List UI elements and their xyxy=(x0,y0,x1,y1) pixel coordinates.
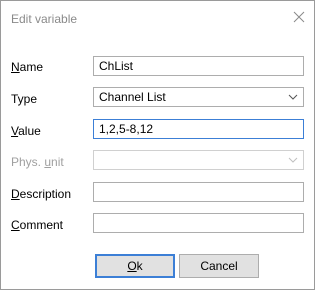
phys-unit-label: Phys. unit xyxy=(11,155,64,169)
value-label: Value xyxy=(11,124,41,138)
close-button[interactable] xyxy=(291,9,307,25)
value-field[interactable]: 1,2,5-8,12 xyxy=(93,119,304,139)
value-value: 1,2,5-8,12 xyxy=(99,122,154,136)
close-icon xyxy=(293,11,305,23)
comment-label: Comment xyxy=(11,218,64,232)
description-label: Description xyxy=(11,187,72,201)
name-label: Name xyxy=(11,60,44,74)
chevron-down-icon xyxy=(288,157,298,163)
ok-button[interactable]: Ok xyxy=(95,254,175,278)
description-field[interactable] xyxy=(93,182,304,202)
name-field[interactable]: ChList xyxy=(93,56,304,76)
type-label: Type xyxy=(11,92,38,106)
chevron-down-icon xyxy=(288,94,298,100)
type-value: Channel List xyxy=(99,90,166,104)
type-dropdown[interactable]: Channel List xyxy=(93,87,304,107)
name-value: ChList xyxy=(99,59,134,73)
edit-variable-dialog: Edit variable Name ChList Type Channel L… xyxy=(0,0,315,290)
cancel-button[interactable]: Cancel xyxy=(179,254,259,278)
phys-unit-dropdown[interactable] xyxy=(93,150,304,170)
dialog-title: Edit variable xyxy=(11,12,78,26)
comment-field[interactable] xyxy=(93,213,304,233)
